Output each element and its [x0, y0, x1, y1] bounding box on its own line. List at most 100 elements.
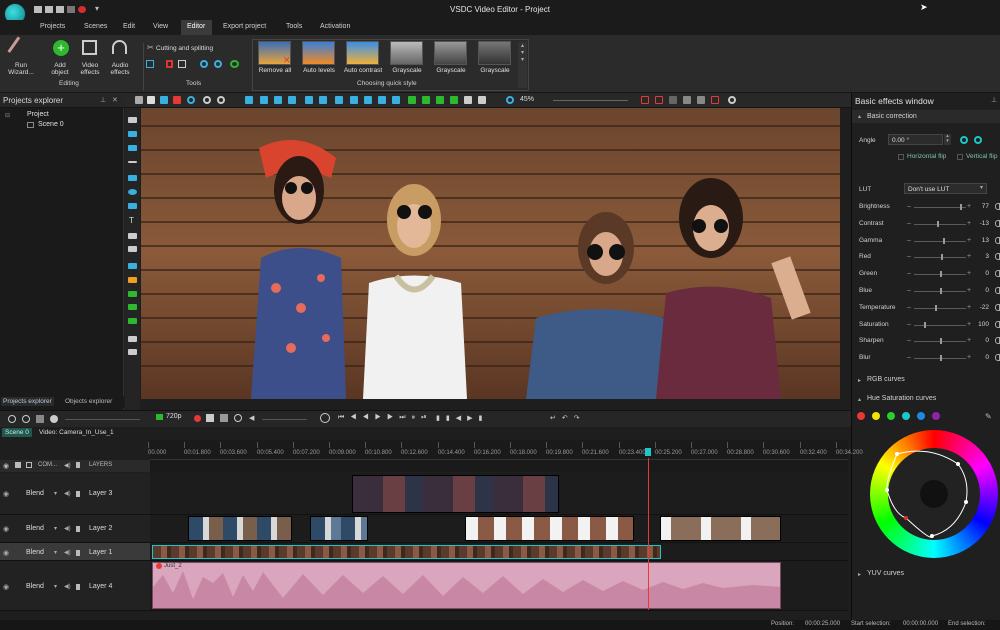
audio-tool-icon[interactable] [128, 336, 137, 342]
crop-icon[interactable] [178, 60, 186, 68]
mask-tool-icon[interactable] [128, 318, 137, 324]
playback-controls[interactable]: ⏮◀◀▶▶⏭⏸⏯ [338, 414, 433, 422]
reset-icon[interactable] [995, 220, 1000, 227]
expand-arrow-icon[interactable]: ▸ [858, 377, 861, 384]
image-tool-icon[interactable] [128, 145, 137, 151]
menu-activation[interactable]: Activation [320, 23, 350, 30]
chevron-down-icon[interactable]: ▾ [54, 525, 57, 532]
cutting-splitting-button[interactable]: Cutting and splitting [156, 45, 213, 52]
grid-icon[interactable] [697, 96, 705, 104]
comment-tool-icon[interactable] [128, 246, 137, 252]
param-slider[interactable] [914, 207, 966, 208]
plus-icon[interactable]: + [967, 270, 971, 277]
split-icon[interactable] [76, 550, 80, 556]
lut-select[interactable]: Don't use LUT [904, 183, 987, 194]
plus-icon[interactable]: + [967, 354, 971, 361]
color-swatch[interactable] [932, 412, 940, 420]
chart-tool-icon[interactable] [128, 263, 137, 269]
copy-icon[interactable] [147, 96, 155, 104]
quick-style-thumb[interactable] [390, 41, 423, 65]
rgb-curves-header[interactable]: RGB curves [867, 376, 905, 383]
video-effects-button[interactable]: Video effects [76, 62, 104, 76]
color-swatch[interactable] [917, 412, 925, 420]
reset-icon[interactable] [995, 237, 1000, 244]
align-icon[interactable] [274, 96, 282, 104]
resolution-select[interactable]: 720p [166, 413, 182, 420]
color-swatch[interactable] [902, 412, 910, 420]
hue-saturation-header[interactable]: Hue Saturation curves [867, 395, 936, 402]
loop-icon[interactable] [220, 414, 228, 422]
close-icon[interactable]: ✕ [112, 96, 118, 104]
chevron-down-icon[interactable]: ▾ [54, 583, 57, 590]
tab-projects-explorer[interactable]: Projects explorer [1, 397, 54, 406]
blend-mode[interactable]: Blend [26, 549, 44, 556]
menu-scenes[interactable]: Scenes [84, 23, 107, 30]
minus-icon[interactable]: – [907, 337, 911, 344]
align-icon[interactable] [305, 96, 313, 104]
grid-icon[interactable] [641, 96, 649, 104]
color-swatch[interactable] [857, 412, 865, 420]
menu-export-project[interactable]: Export project [223, 23, 266, 30]
tab-video-clip[interactable]: Video: Camera_In_Use_1 [39, 429, 114, 436]
settings-icon[interactable] [36, 415, 44, 423]
video-clip[interactable] [352, 475, 559, 513]
hflip-checkbox[interactable] [898, 154, 904, 160]
pin-icon[interactable]: ⊥ [991, 96, 997, 104]
tab-scene-0[interactable]: Scene 0 [2, 428, 32, 437]
angle-input[interactable]: 0.00 ° [888, 134, 943, 145]
layer-row[interactable] [0, 561, 150, 611]
eyedropper-icon[interactable]: ✎ [985, 412, 992, 421]
menu-projects[interactable]: Projects [40, 23, 65, 30]
param-slider-knob[interactable] [941, 254, 943, 260]
align-icon[interactable] [350, 96, 358, 104]
eye-icon[interactable]: ◉ [3, 462, 9, 470]
add-object-button[interactable]: Add object [44, 62, 76, 76]
expand-arrow-icon[interactable]: ▸ [858, 571, 861, 578]
layer-top-icon[interactable] [436, 96, 444, 104]
blend-mode[interactable]: Blend [26, 583, 44, 590]
plus-icon[interactable]: + [967, 304, 971, 311]
split-icon[interactable] [76, 491, 80, 497]
marker-controls[interactable]: ▮▮◀▶▮ [436, 414, 488, 422]
audio-icon[interactable]: ◀) [64, 549, 71, 556]
redo-icon[interactable] [217, 96, 225, 104]
grid-icon[interactable] [655, 96, 663, 104]
plus-icon[interactable]: + [967, 287, 971, 294]
menu-edit[interactable]: Edit [123, 23, 135, 30]
gear-icon[interactable] [728, 96, 736, 104]
plus-icon[interactable]: + [967, 203, 971, 210]
plus-icon[interactable]: + [967, 321, 971, 328]
playhead-line[interactable] [648, 458, 649, 610]
shape-tool-icon[interactable] [128, 203, 137, 209]
param-slider-knob[interactable] [940, 355, 942, 361]
ellipse-tool-icon[interactable] [128, 189, 137, 195]
trim-icon[interactable] [166, 60, 173, 68]
quick-style-thumb[interactable] [478, 41, 511, 65]
stabilize-icon[interactable] [230, 60, 239, 68]
chevron-down-icon[interactable]: ▾ [54, 490, 57, 497]
plus-icon[interactable]: + [967, 220, 971, 227]
reset-icon[interactable] [995, 304, 1000, 311]
align-icon[interactable] [392, 96, 400, 104]
select-icon[interactable] [187, 96, 195, 104]
video-clip[interactable] [660, 516, 781, 541]
hue-curve[interactable] [870, 430, 998, 558]
record-icon[interactable] [194, 415, 201, 422]
tree-project[interactable]: Project [27, 111, 49, 118]
layer-row-selected[interactable] [0, 543, 150, 561]
split-icon[interactable] [76, 526, 80, 532]
menu-view[interactable]: View [153, 23, 168, 30]
quick-style-thumb[interactable] [346, 41, 379, 65]
layer-up-icon[interactable] [408, 96, 416, 104]
minus-icon[interactable]: – [907, 270, 911, 277]
align-icon[interactable] [288, 96, 296, 104]
video-clip[interactable] [465, 516, 634, 541]
group-icon[interactable] [464, 96, 472, 104]
eye-icon[interactable]: ◉ [3, 525, 9, 533]
align-icon[interactable] [245, 96, 253, 104]
plus-icon[interactable]: + [967, 253, 971, 260]
align-icon[interactable] [319, 96, 327, 104]
movement-tool-icon[interactable] [128, 304, 137, 310]
run-wizard-button[interactable]: Run Wizard... [4, 62, 38, 76]
text-tool-icon[interactable]: T [129, 216, 134, 225]
